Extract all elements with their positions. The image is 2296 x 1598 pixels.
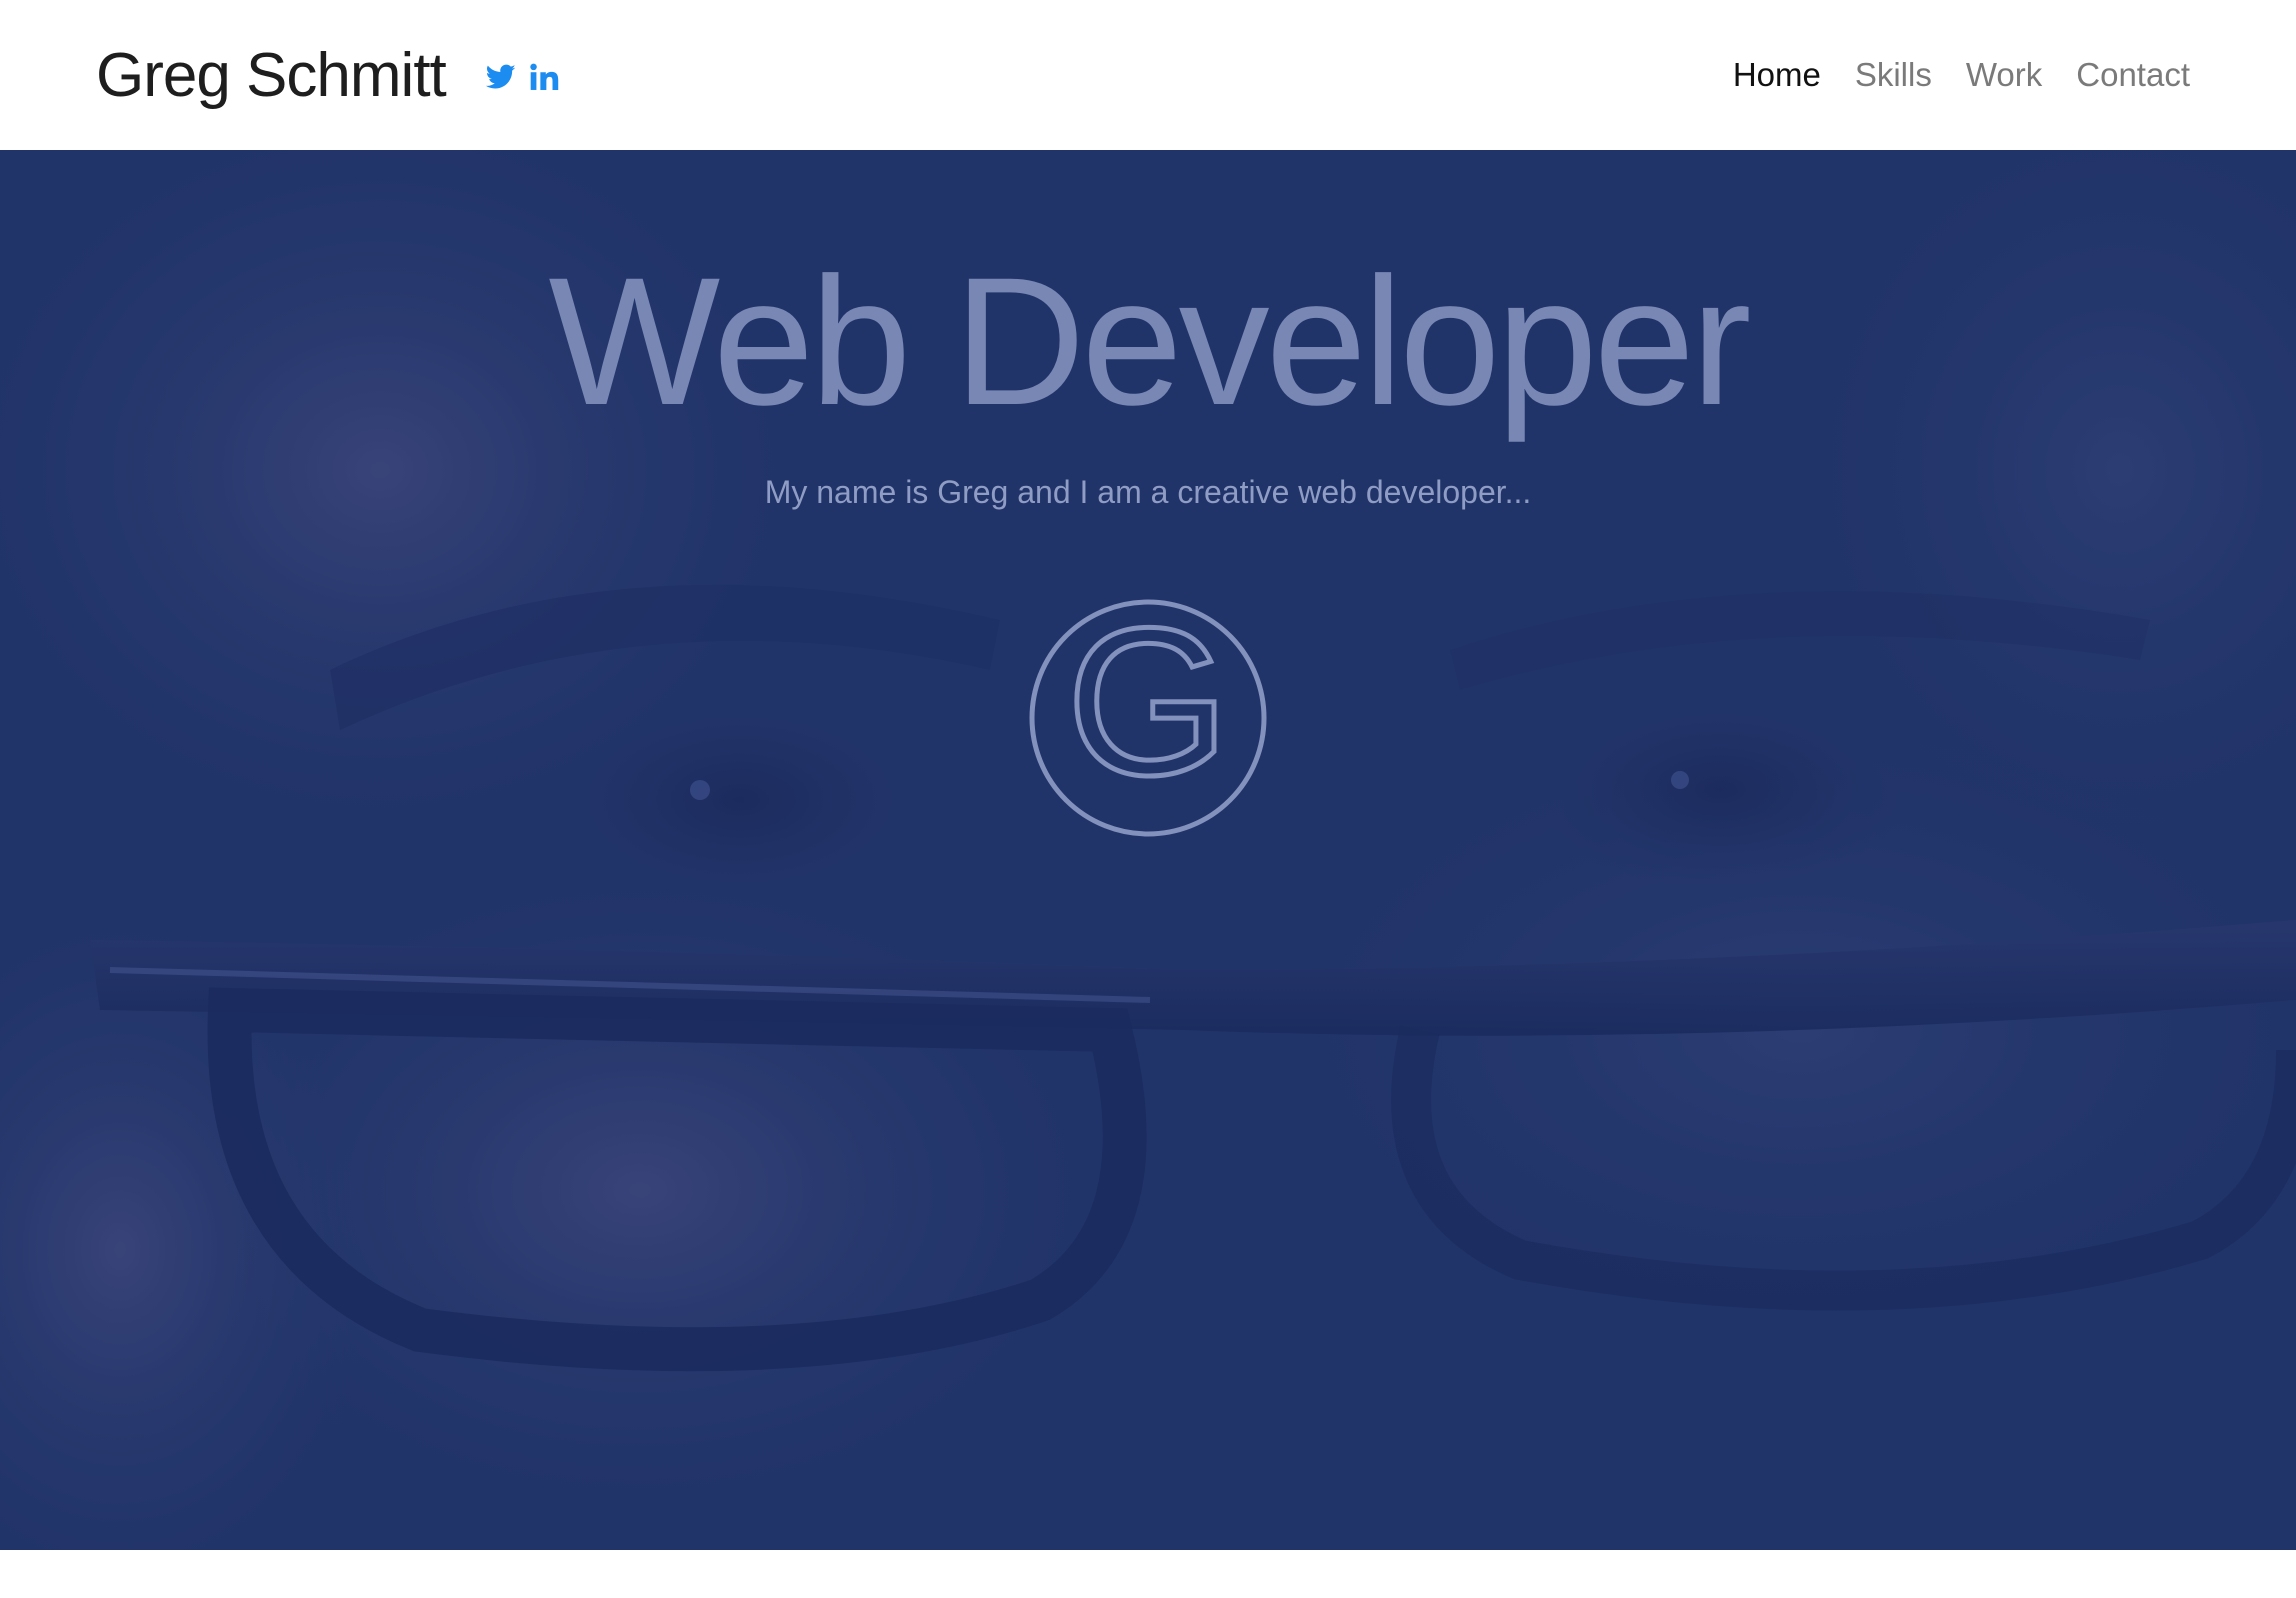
page-footer-gap [0, 1550, 2296, 1598]
nav-skills[interactable]: Skills [1855, 56, 1932, 94]
hero-section: Web Developer My name is Greg and I am a… [0, 150, 2296, 1550]
brand-name[interactable]: Greg Schmitt [96, 40, 447, 111]
linkedin-icon [530, 63, 559, 90]
nav-home[interactable]: Home [1733, 56, 1821, 94]
linkedin-link[interactable] [530, 63, 560, 91]
twitter-link[interactable] [485, 64, 516, 90]
main-nav: Home Skills Work Contact [1733, 56, 2190, 94]
g-logo-icon: G [1029, 598, 1267, 837]
twitter-icon [485, 64, 516, 89]
social-links [485, 63, 560, 91]
logo-letter: G [1066, 598, 1229, 819]
navbar: Greg Schmitt Home Skills Work Contact [0, 0, 2296, 150]
nav-contact[interactable]: Contact [2076, 56, 2190, 94]
nav-work[interactable]: Work [1966, 56, 2042, 94]
hero-subtitle: My name is Greg and I am a creative web … [764, 474, 1532, 510]
hero-title: Web Developer [548, 239, 1751, 443]
